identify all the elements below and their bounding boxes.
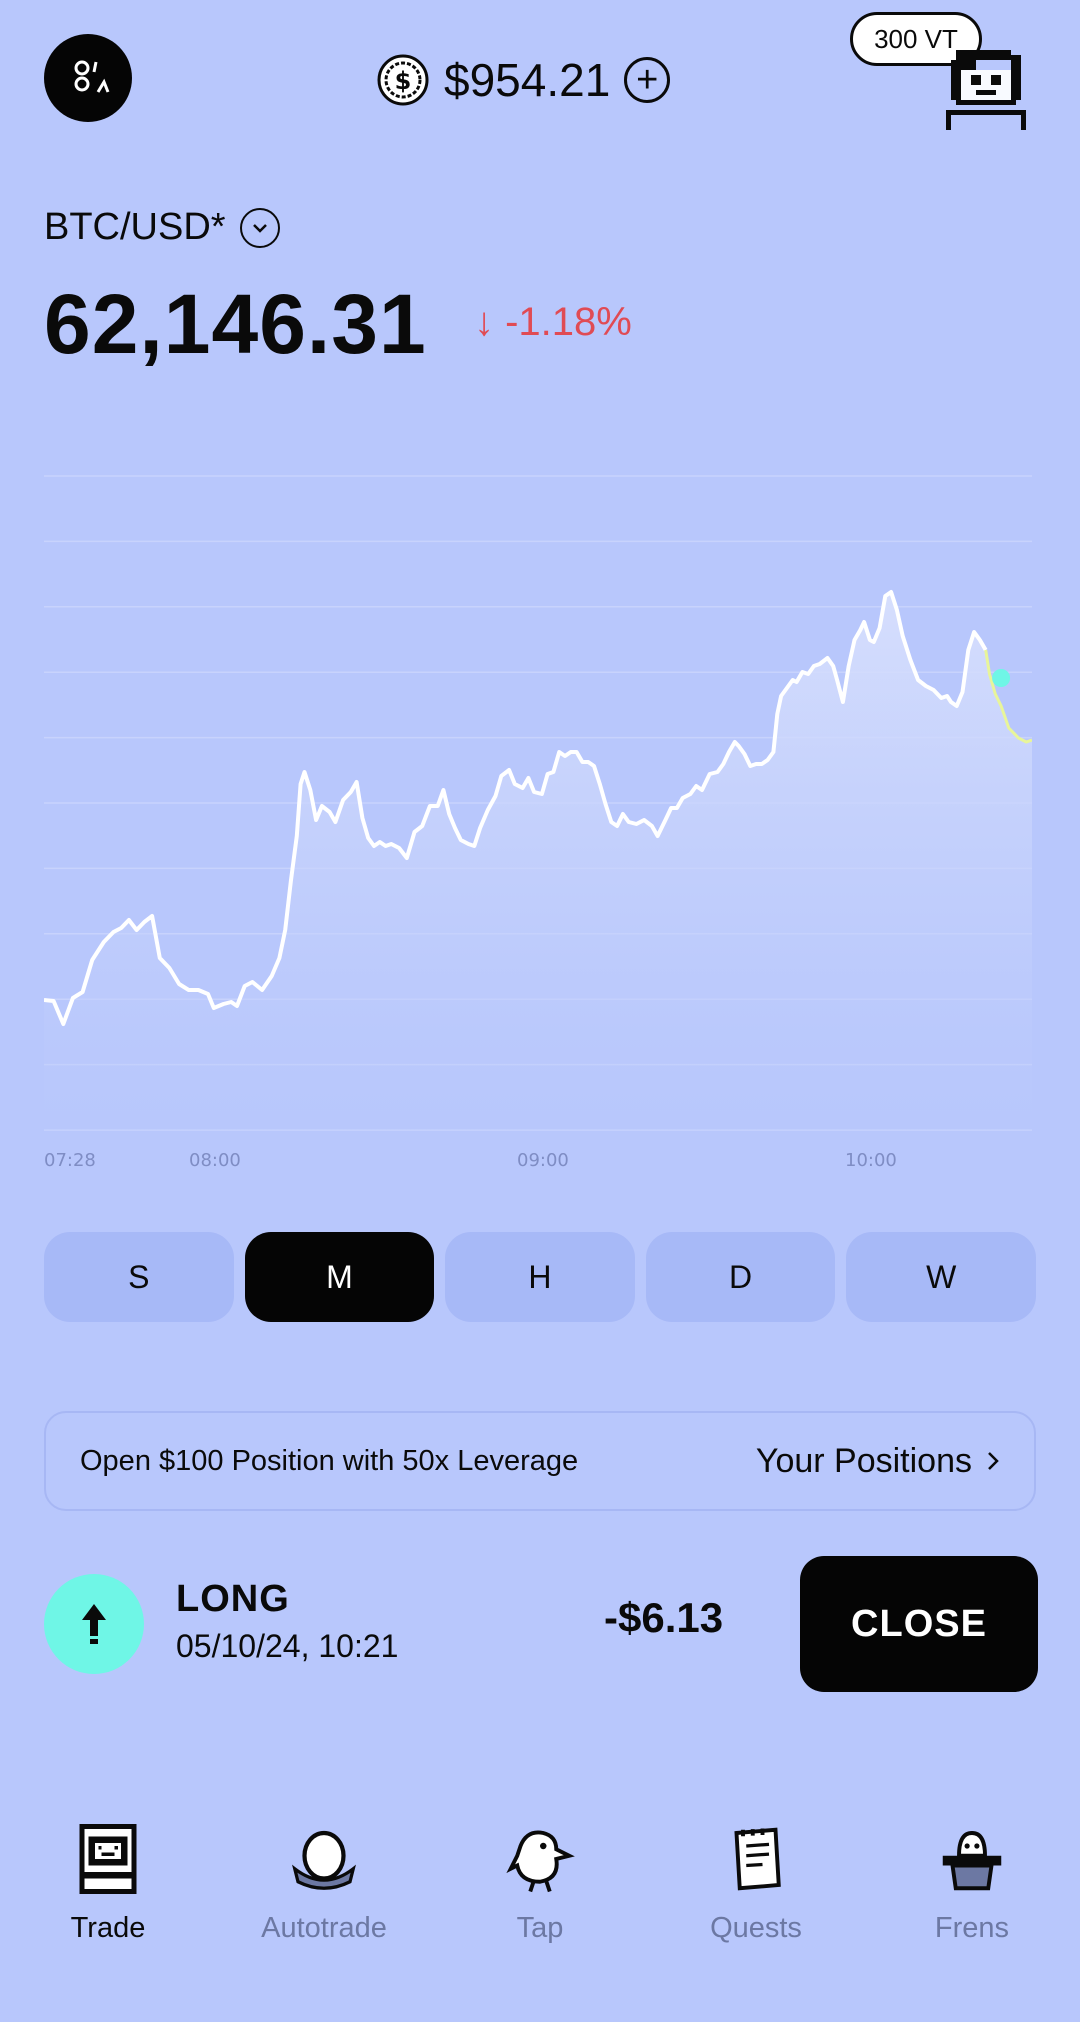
timeframe-selector: SMHDW bbox=[44, 1232, 1036, 1322]
nav-label: Trade bbox=[70, 1912, 146, 1944]
nav-item-trade[interactable]: Trade bbox=[0, 1820, 216, 2020]
position-pnl: -$6.13 bbox=[604, 1594, 724, 1641]
current-price: 62,146.31 bbox=[44, 277, 427, 371]
your-positions-label: Your Positions bbox=[755, 1441, 972, 1480]
bird-icon bbox=[506, 1830, 575, 1893]
timeframe-button-d[interactable]: D bbox=[645, 1232, 836, 1322]
nav-item-autotrade[interactable]: Autotrade bbox=[216, 1820, 432, 2020]
vooi-logo-icon[interactable] bbox=[44, 34, 132, 122]
chevron-right-icon bbox=[988, 1452, 999, 1470]
chevron-down-icon[interactable] bbox=[239, 207, 280, 248]
nav-item-frens[interactable]: Frens bbox=[864, 1820, 1080, 2020]
nav-label: Frens bbox=[934, 1912, 1010, 1944]
position-date: 05/10/24, 10:21 bbox=[176, 1628, 399, 1664]
current-price-marker bbox=[992, 669, 1011, 687]
balance-amount: $954.21 bbox=[444, 54, 611, 106]
nav-item-quests[interactable]: Quests bbox=[648, 1820, 864, 2020]
timeframe-button-s[interactable]: S bbox=[44, 1232, 234, 1322]
your-positions-link[interactable]: Your Positions bbox=[756, 1442, 1000, 1481]
arcade-icon bbox=[79, 1824, 137, 1894]
svg-text:$: $ bbox=[395, 67, 412, 95]
position-side: LONG bbox=[176, 1578, 290, 1620]
bottom-nav: Trade Autotrade Tap Quests Frens bbox=[0, 1820, 1080, 2020]
magic-hat-icon bbox=[942, 1831, 1002, 1891]
close-position-button[interactable]: CLOSE bbox=[800, 1556, 1038, 1692]
nav-label: Autotrade bbox=[261, 1912, 387, 1944]
price-change: ↓ -1.18% bbox=[474, 300, 632, 344]
nest-icon bbox=[292, 1830, 356, 1890]
x-tick-label: 08:00 bbox=[189, 1150, 241, 1171]
timeframe-button-m[interactable]: M bbox=[244, 1232, 435, 1322]
timeframe-button-w[interactable]: W bbox=[846, 1232, 1036, 1322]
timeframe-button-h[interactable]: H bbox=[445, 1232, 635, 1322]
open-position-hint: Open $100 Position with 50x Leverage bbox=[80, 1444, 579, 1477]
x-tick-label: 09:00 bbox=[517, 1150, 569, 1171]
pair-selector[interactable]: BTC/USD* bbox=[44, 206, 280, 249]
nav-label: Tap bbox=[516, 1912, 564, 1944]
dollar-coin-icon: $ bbox=[377, 54, 429, 106]
pixel-avatar-icon[interactable] bbox=[936, 40, 1036, 130]
pair-label: BTC/USD* bbox=[44, 206, 226, 248]
balance-display[interactable]: $ $954.21 + bbox=[376, 50, 671, 110]
plus-circle-icon[interactable]: + bbox=[624, 57, 671, 103]
price-chart[interactable]: 07:28 08:00 09:00 10:00 bbox=[44, 470, 1032, 1190]
nav-item-tap[interactable]: Tap bbox=[432, 1820, 648, 2020]
x-tick-label: 10:00 bbox=[845, 1150, 897, 1171]
arrow-up-icon bbox=[44, 1574, 144, 1674]
positions-bar[interactable]: Open $100 Position with 50x Leverage You… bbox=[44, 1411, 1036, 1511]
notepad-icon bbox=[734, 1827, 781, 1891]
x-tick-label: 07:28 bbox=[44, 1150, 96, 1171]
nav-label: Quests bbox=[710, 1912, 802, 1944]
